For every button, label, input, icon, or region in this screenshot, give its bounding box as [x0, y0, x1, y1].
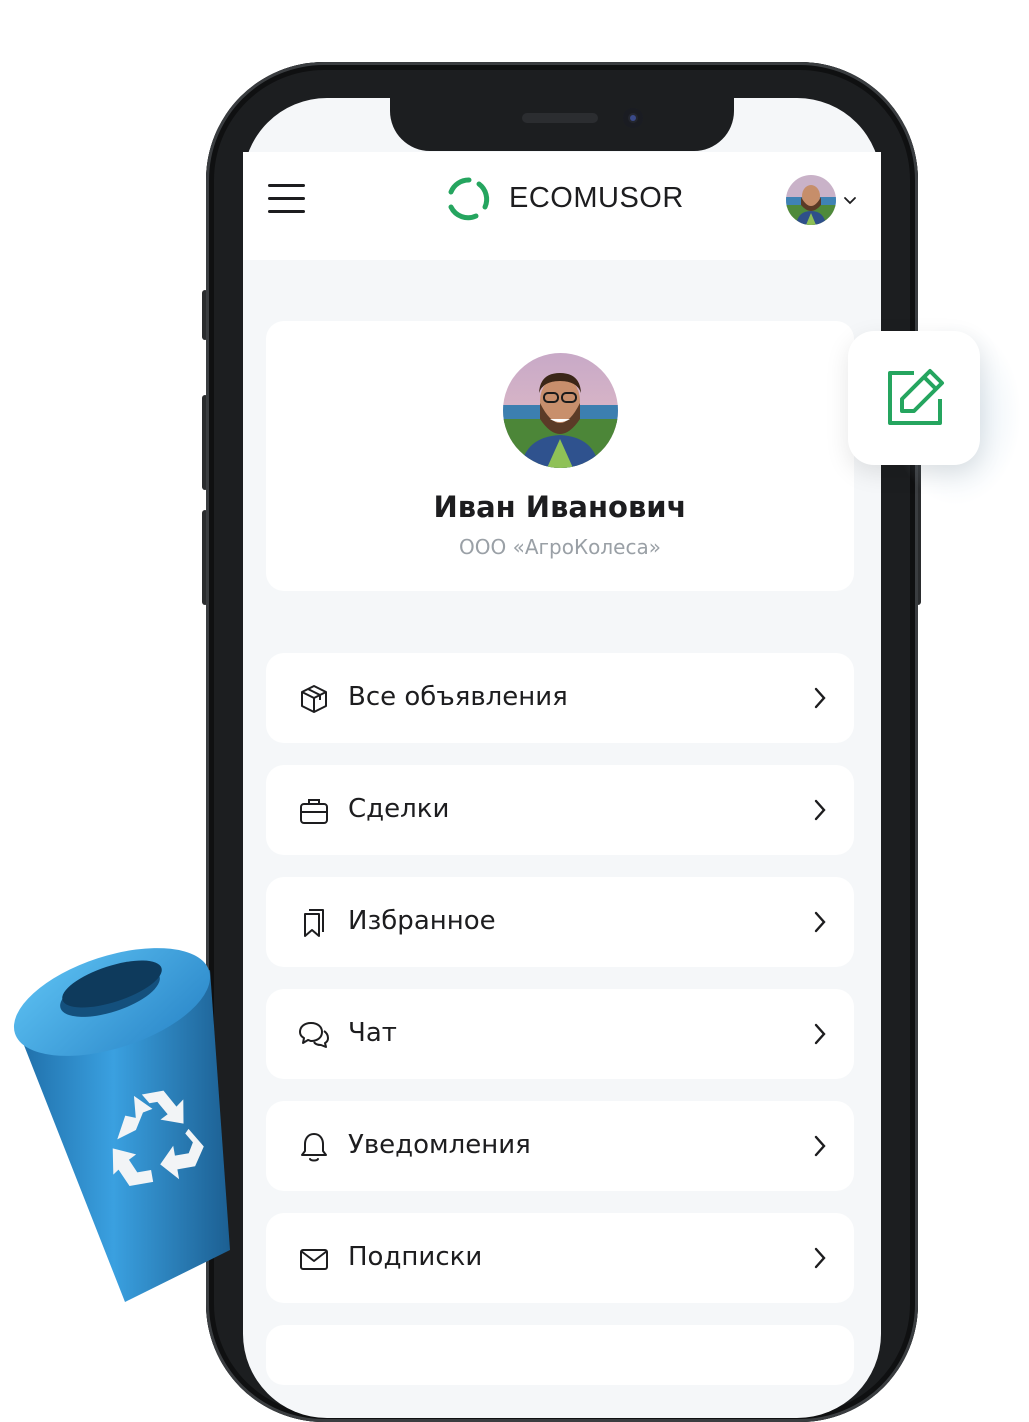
avatar[interactable]	[786, 175, 836, 225]
briefcase-icon	[300, 799, 328, 824]
menu-item-all-ads[interactable]: Все объявления	[266, 653, 854, 743]
logo-text: ECOMUSOR	[509, 182, 684, 214]
box-icon	[301, 685, 327, 713]
menu-item-subscriptions[interactable]: Подписки	[266, 1213, 854, 1303]
menu-item-label: Сделки	[348, 794, 450, 824]
menu-item-notifications[interactable]: Уведомления	[266, 1101, 854, 1191]
chat-icon	[299, 1022, 329, 1048]
chevron-right-icon	[814, 1135, 826, 1157]
bookmarks-icon	[304, 909, 324, 937]
menu-item-deals[interactable]: Сделки	[266, 765, 854, 855]
phone-notch	[390, 96, 734, 151]
menu-item-label: Чат	[348, 1018, 397, 1048]
chevron-down-icon[interactable]	[843, 193, 857, 207]
menu-item-label: Все объявления	[348, 682, 568, 712]
menu-item-label: Избранное	[348, 906, 496, 936]
mail-icon	[300, 1249, 328, 1270]
menu-icon[interactable]	[268, 184, 305, 214]
menu-item-partial[interactable]	[266, 1325, 854, 1385]
ecomusor-logo-icon	[448, 177, 490, 221]
menu-item-chat[interactable]: Чат	[266, 989, 854, 1079]
menu-item-label: Подписки	[348, 1242, 483, 1272]
recycle-bin-icon	[13, 948, 230, 1302]
edit-profile-button[interactable]	[848, 331, 980, 465]
chevron-right-icon	[814, 799, 826, 821]
chevron-right-icon	[814, 687, 826, 709]
profile-avatar	[503, 353, 618, 468]
menu-item-label: Уведомления	[348, 1130, 531, 1160]
phone-speaker	[522, 113, 598, 123]
profile-name: Иван Иванович	[433, 490, 687, 524]
edit-icon	[888, 369, 944, 425]
profile-company: ООО «АгроКолеса»	[459, 535, 661, 559]
bell-icon	[301, 1133, 327, 1162]
chevron-right-icon	[814, 1247, 826, 1269]
phone-camera	[623, 108, 643, 128]
chevron-right-icon	[814, 911, 826, 933]
menu-item-favorites[interactable]: Избранное	[266, 877, 854, 967]
chevron-right-icon	[814, 1023, 826, 1045]
